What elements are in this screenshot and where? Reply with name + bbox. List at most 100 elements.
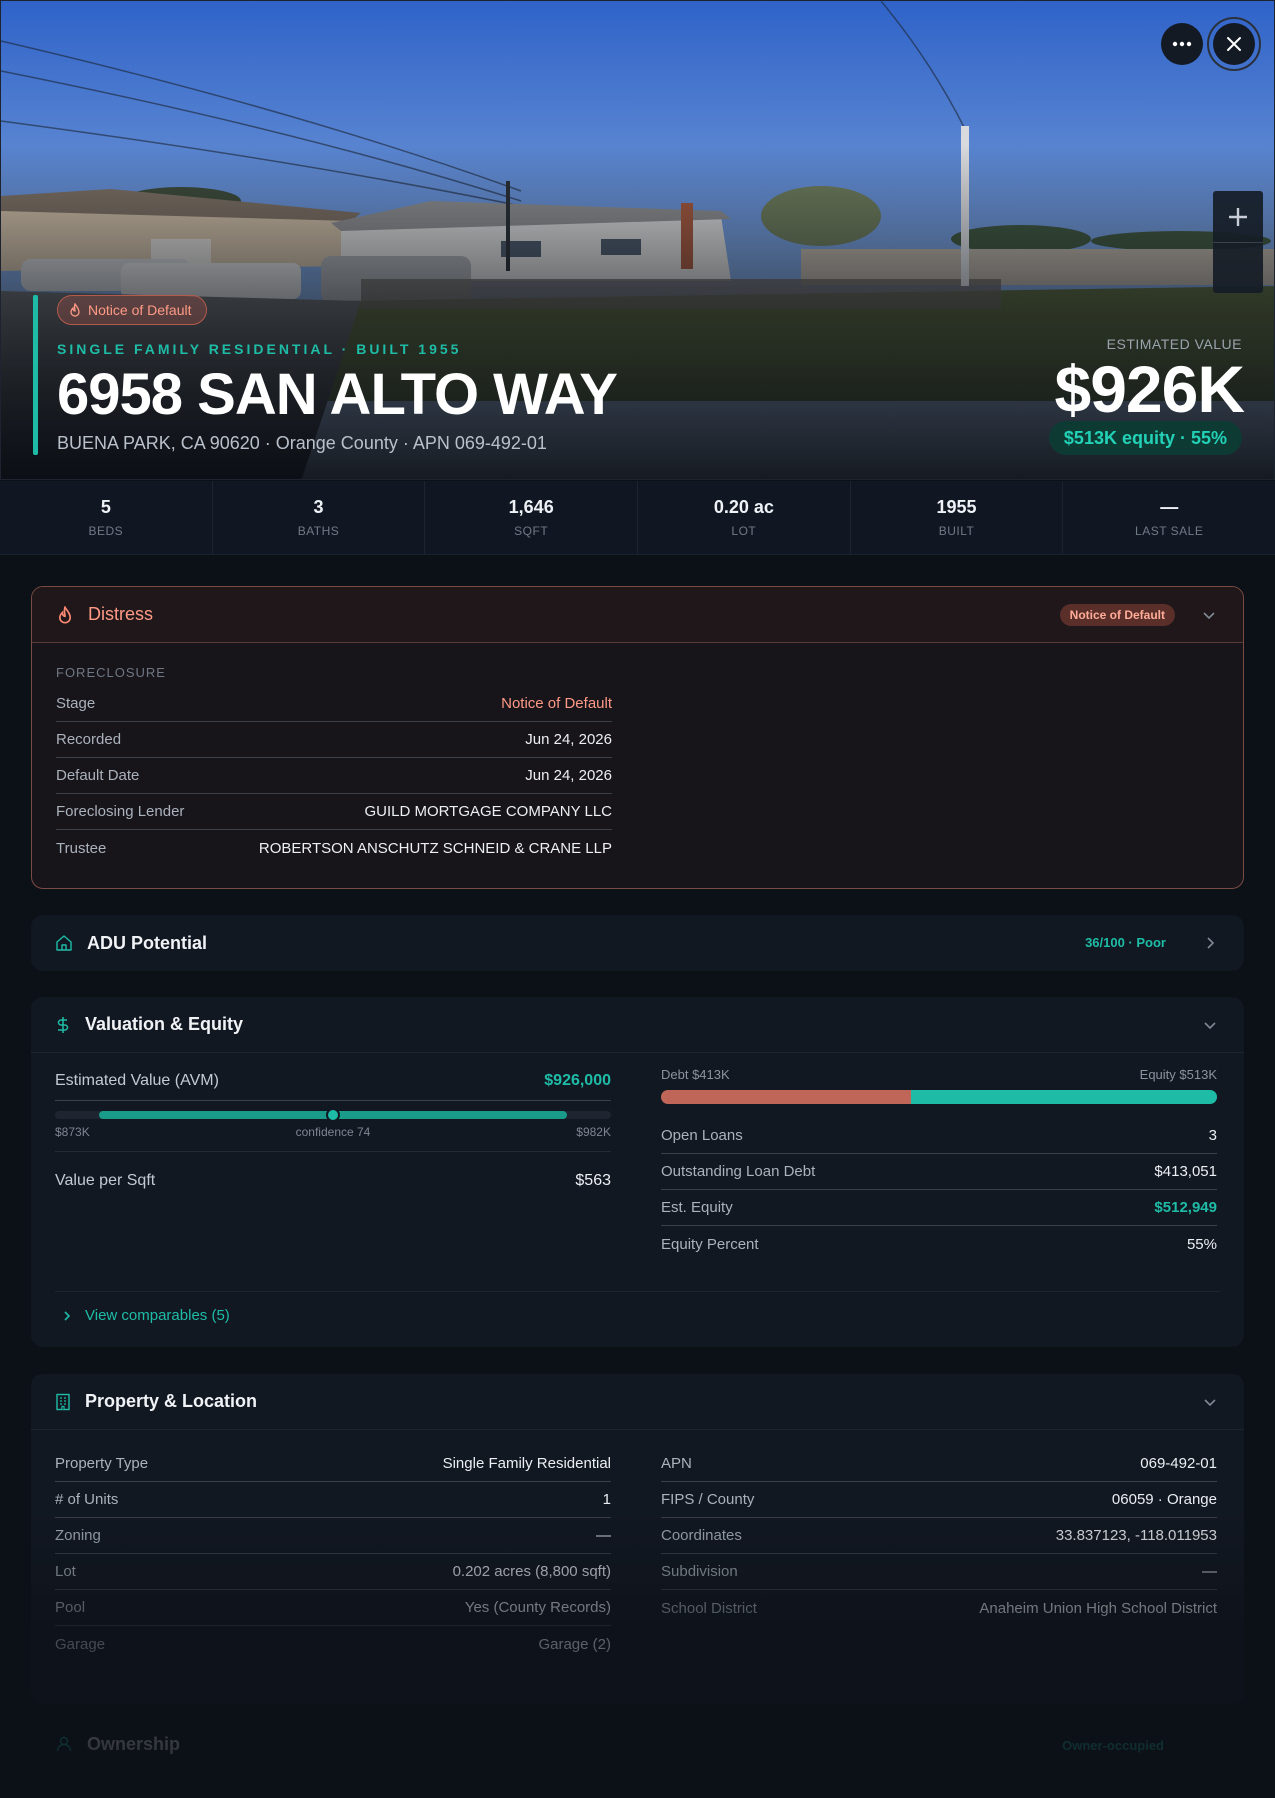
foreclosure-row: Default Date Jun 24, 2026 [56,758,612,794]
equity-pill: $513K equity · 55% [1048,421,1242,455]
valuation-card-header[interactable]: Valuation & Equity [31,997,1244,1053]
stat-built: 1955 BUILT [851,481,1064,554]
foreclosure-row: Trustee ROBERTSON ANSCHUTZ SCHNEID & CRAN… [56,830,612,866]
property-row: Subdivision — [661,1554,1217,1590]
row-key: Stage [56,695,96,712]
row-value: — [1202,1563,1217,1580]
chevron-right-icon [64,1310,71,1321]
estimated-value: $926K [1054,352,1245,426]
row-key: Coordinates [661,1527,742,1544]
loan-row: Equity Percent 55% [661,1226,1217,1262]
property-row: FIPS / County 06059 · Orange [661,1482,1217,1518]
avm-value: $926,000 [544,1072,611,1089]
loan-row: Est. Equity $512,949 [661,1190,1217,1226]
row-value: Single Family Residential [442,1455,611,1472]
row-key: Equity Percent [661,1235,759,1253]
row-value: ROBERTSON ANSCHUTZ SCHNEID & CRANE LLP [258,839,612,857]
property-card-header[interactable]: Property & Location [31,1374,1244,1430]
range-high: $982K [576,1125,611,1139]
row-value: Anaheim Union High School District [979,1599,1217,1617]
stat-label: BATHS [297,524,340,538]
property-row: Garage Garage (2) [55,1626,611,1662]
debt-equity-section: Debt $413K Equity $513K Open Loans 3 Outs… [661,1067,1217,1262]
row-value: Yes (County Records) [464,1599,611,1616]
ellipsis-icon [1172,41,1192,47]
row-key: # of Units [55,1491,119,1508]
vps-label: Value per Sqft [55,1172,156,1189]
row-value: Jun 24, 2026 [525,731,612,748]
row-value: Notice of Default [501,695,612,712]
view-comparables-label: View comparables (5) [85,1307,230,1324]
avm-row: Estimated Value (AVM) $926,000 [55,1072,611,1101]
zoom-in-button[interactable] [1213,191,1263,242]
row-key: Subdivision [661,1563,738,1580]
equity-segment [911,1090,1217,1104]
distress-card: Distress Notice of Default FORECLOSURE S… [31,586,1244,889]
value-per-sqft-row: Value per Sqft $563 [55,1172,611,1190]
stat-label: BUILT [938,524,975,538]
stat-value: 1,646 [508,497,554,517]
row-key: Property Type [55,1455,149,1472]
row-key: Lot [55,1563,76,1580]
close-button[interactable] [1207,17,1261,71]
row-key: Open Loans [661,1127,743,1144]
row-value: Garage (2) [538,1635,611,1653]
range-low: $873K [55,1125,90,1139]
row-value: — [596,1527,611,1544]
adu-score: 36/100 · Poor [1085,935,1166,950]
chevron-right-icon[interactable] [1200,933,1220,953]
stat-last-sale: — LAST SALE [1063,481,1275,554]
chevron-down-icon[interactable] [1200,1015,1220,1035]
row-value: 069-492-01 [1140,1455,1217,1472]
ownership-card-header[interactable]: Ownership Owner-occupied [31,1716,1244,1772]
home-icon [56,935,72,951]
property-row: Lot 0.202 acres (8,800 sqft) [55,1554,611,1590]
property-details-left: Property Type Single Family Residential #… [55,1446,611,1662]
valuation-equity-card: Valuation & Equity Estimated Value (AVM)… [31,997,1244,1347]
hero-accent-bar [33,295,38,455]
row-value: 3 [1208,1127,1217,1144]
property-row: # of Units 1 [55,1482,611,1518]
building-icon [56,1393,70,1410]
stat-value: 0.20 ac [713,497,774,517]
chevron-down-icon[interactable] [1200,1392,1220,1412]
debt-label: Debt $413K [661,1067,730,1082]
stat-value: 3 [313,497,324,517]
stat-value: 1955 [936,497,977,517]
view-comparables-link[interactable]: View comparables (5) [61,1307,230,1324]
stat-label: LOT [731,524,757,538]
user-icon [56,1736,72,1752]
stat-beds: 5 BEDS [0,481,213,554]
estimated-value-label: ESTIMATED VALUE [1106,336,1242,352]
row-value: 55% [1186,1235,1217,1253]
property-title: Property & Location [85,1391,258,1411]
chevron-down-icon[interactable] [1199,605,1219,625]
adu-card-header[interactable]: ADU Potential 36/100 · Poor [31,915,1244,971]
avm-label: Estimated Value (AVM) [55,1072,219,1089]
property-row: APN 069-492-01 [661,1446,1217,1482]
row-value: $512,949 [1154,1199,1217,1216]
row-key: Default Date [56,767,140,784]
flame-icon [70,303,80,317]
more-options-button[interactable] [1161,23,1203,65]
property-details-right: APN 069-492-01 FIPS / County 06059 · Orang… [661,1446,1217,1626]
stat-value: — [1160,497,1179,517]
distress-card-header[interactable]: Distress Notice of Default [32,587,1243,643]
row-key: Garage [55,1635,106,1653]
property-row: Zoning — [55,1518,611,1554]
equity-label: Equity $513K [1139,1067,1217,1082]
row-value: GUILD MORTGAGE COMPANY LLC [364,803,612,820]
row-key: FIPS / County [661,1491,755,1508]
stat-label: LAST SALE [1135,524,1204,538]
row-key: Recorded [56,731,122,748]
property-row: School District Anaheim Union High School… [661,1590,1217,1626]
row-key: Est. Equity [661,1199,733,1216]
adu-title: ADU Potential [87,932,208,953]
zoom-out-button[interactable] [1213,242,1263,293]
foreclosure-row: Recorded Jun 24, 2026 [56,722,612,758]
foreclosure-section-label: FORECLOSURE [56,665,166,680]
row-value: 33.837123, -118.011953 [1055,1527,1217,1544]
adu-potential-card[interactable]: ADU Potential 36/100 · Poor [31,915,1244,971]
row-value: $413,051 [1154,1163,1217,1180]
ownership-card[interactable]: Ownership Owner-occupied [31,1716,1244,1786]
